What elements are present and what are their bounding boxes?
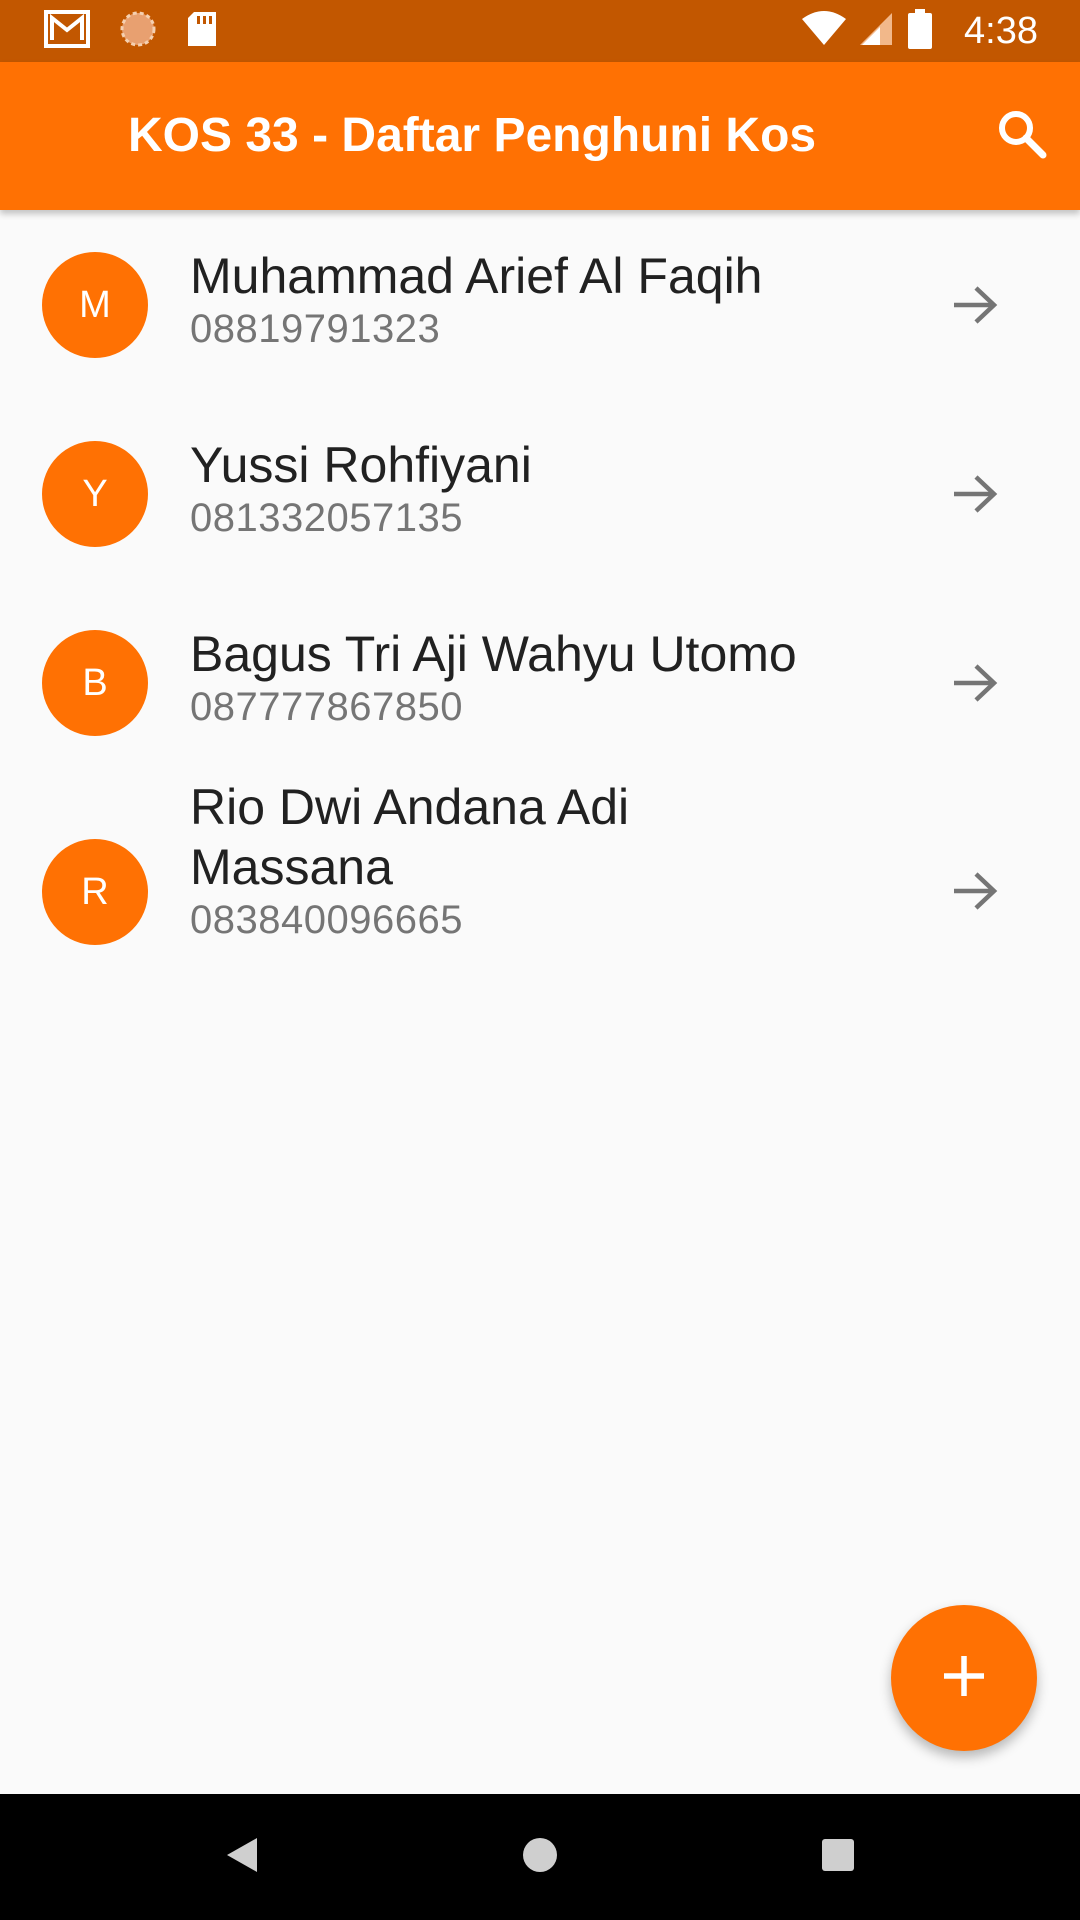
wifi-icon xyxy=(802,10,847,52)
arrow-forward-icon[interactable] xyxy=(946,465,1004,523)
status-bar: 4:38 xyxy=(0,0,1080,62)
avatar: Y xyxy=(42,441,148,547)
arrow-forward-icon[interactable] xyxy=(946,862,1004,920)
plus-icon xyxy=(942,1654,986,1703)
navigation-bar xyxy=(0,1794,1080,1920)
resident-phone: 08819791323 xyxy=(190,307,441,351)
list-item[interactable]: Y Yussi Rohfiyani 081332057135 xyxy=(0,399,1080,588)
resident-phone: 087777867850 xyxy=(190,685,463,729)
arrow-forward-icon[interactable] xyxy=(946,276,1004,334)
signal-icon xyxy=(860,11,894,52)
list-item-text: Rio Dwi Andana Adi Massana 083840096665 xyxy=(190,777,710,943)
avatar: M xyxy=(42,252,148,358)
app-bar: KOS 33 - Daftar Penghuni Kos xyxy=(0,62,1080,210)
resident-name: Rio Dwi Andana Adi Massana xyxy=(190,779,630,895)
home-button[interactable] xyxy=(480,1794,600,1920)
avatar: R xyxy=(42,839,148,945)
list-item-text: Bagus Tri Aji Wahyu Utomo 087777867850 xyxy=(190,624,870,730)
arrow-forward-icon[interactable] xyxy=(946,654,1004,712)
system-icons: 4:38 xyxy=(802,8,1038,54)
resident-phone: 081332057135 xyxy=(190,496,463,540)
recents-button[interactable] xyxy=(778,1794,898,1920)
search-icon xyxy=(996,108,1048,165)
page-title: KOS 33 - Daftar Penghuni Kos xyxy=(128,109,817,162)
back-icon xyxy=(225,1836,259,1879)
home-icon xyxy=(521,1836,559,1879)
sd-card-icon xyxy=(186,10,218,53)
add-resident-button[interactable] xyxy=(891,1605,1037,1751)
battery-icon xyxy=(908,8,933,54)
list-item[interactable]: B Bagus Tri Aji Wahyu Utomo 087777867850 xyxy=(0,588,1080,777)
list-item[interactable]: R Rio Dwi Andana Adi Massana 08384009666… xyxy=(0,777,1080,1027)
resident-name: Yussi Rohfiyani xyxy=(190,437,532,493)
recents-icon xyxy=(821,1838,855,1877)
status-time: 4:38 xyxy=(964,9,1038,52)
search-button[interactable] xyxy=(984,98,1060,174)
avatar: B xyxy=(42,630,148,736)
resident-name: Bagus Tri Aji Wahyu Utomo xyxy=(190,626,797,682)
notification-icons xyxy=(44,9,218,54)
list-item-text: Muhammad Arief Al Faqih 08819791323 xyxy=(190,246,870,352)
resident-name: Muhammad Arief Al Faqih xyxy=(190,248,763,304)
gmail-icon xyxy=(44,9,90,53)
list-item[interactable]: M Muhammad Arief Al Faqih 08819791323 xyxy=(0,210,1080,399)
sync-icon xyxy=(118,9,158,54)
list-item-text: Yussi Rohfiyani 081332057135 xyxy=(190,435,870,541)
resident-phone: 083840096665 xyxy=(190,898,463,942)
resident-list: M Muhammad Arief Al Faqih 08819791323 Y … xyxy=(0,210,1080,1027)
back-button[interactable] xyxy=(182,1794,302,1920)
